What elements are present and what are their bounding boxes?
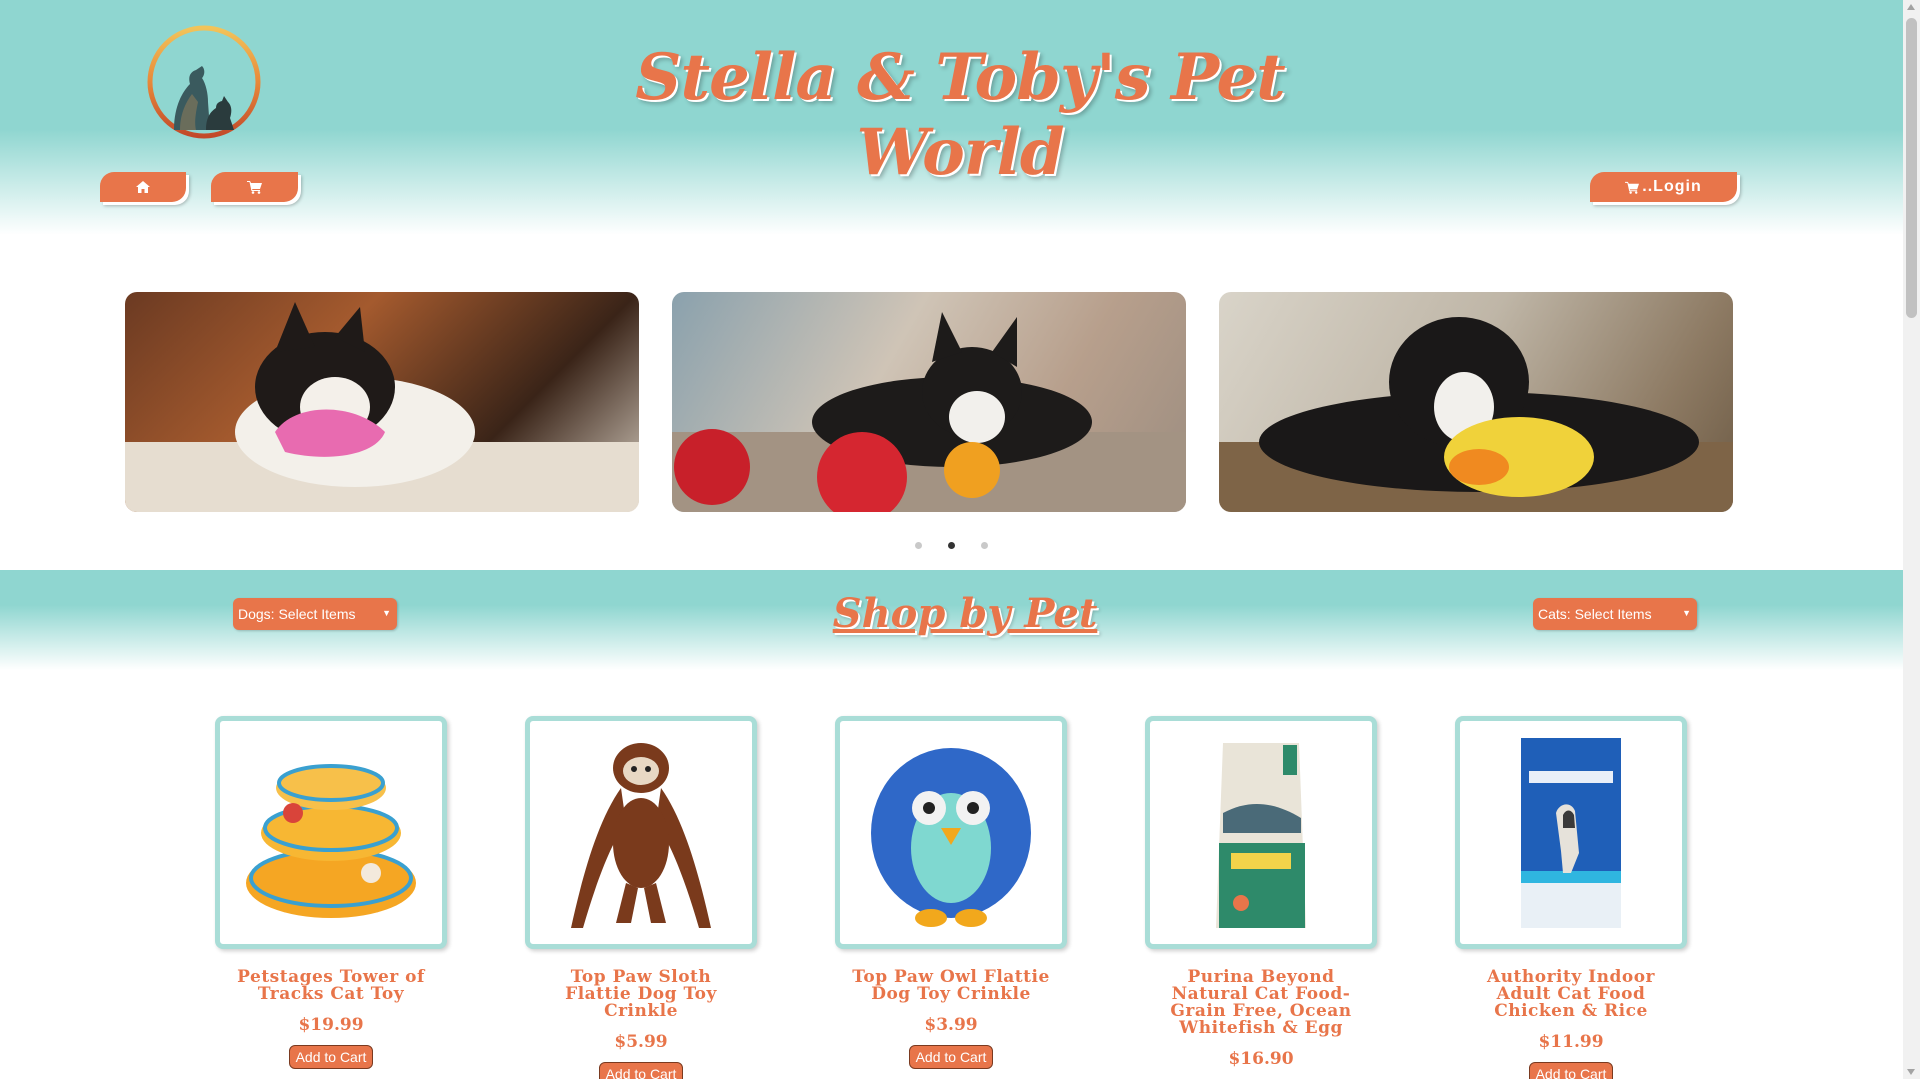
vertical-scrollbar[interactable] xyxy=(1903,0,1920,1079)
scrollbar-thumb[interactable] xyxy=(1906,18,1917,318)
product-price: $19.99 xyxy=(298,1015,364,1035)
carousel-dots xyxy=(0,542,1903,549)
shop-by-pet-band: Dogs: Select Items ▼ Shop by Pet Cats: S… xyxy=(0,570,1903,670)
product-name[interactable]: Purina Beyond Natural Cat Food- Grain Fr… xyxy=(1141,969,1381,1037)
product-name[interactable]: Top Paw Sloth Flattie Dog Toy Crinkle xyxy=(521,969,761,1020)
add-to-cart-button[interactable]: Add to Cart xyxy=(908,1045,994,1069)
product-image-tower-toy[interactable] xyxy=(215,716,447,949)
chevron-down-icon: ▼ xyxy=(1682,608,1691,618)
product-card: Top Paw Sloth Flattie Dog Toy Crinkle $5… xyxy=(521,716,761,1079)
dog-and-cat-logo-icon[interactable] xyxy=(144,22,264,140)
product-image-sloth-toy[interactable] xyxy=(525,716,757,949)
site-header: Stella & Toby's Pet World ..Login xyxy=(0,0,1903,235)
product-name[interactable]: Petstages Tower of Tracks Cat Toy xyxy=(211,969,451,1003)
dogs-select[interactable]: Dogs: Select Items ▼ xyxy=(233,598,397,630)
product-price: $3.99 xyxy=(924,1015,978,1035)
product-image-beyond-cat-food[interactable] xyxy=(1145,716,1377,949)
dogs-select-label: Dogs: Select Items xyxy=(238,606,356,622)
add-to-cart-button[interactable]: Add to Cart xyxy=(1528,1062,1614,1079)
carousel-slide-dog-pink-toy[interactable] xyxy=(125,292,639,512)
add-to-cart-button[interactable]: Add to Cart xyxy=(288,1045,374,1069)
product-card: Authority Indoor Adult Cat Food Chicken … xyxy=(1451,716,1691,1079)
carousel-slide-dog-duck-toy[interactable] xyxy=(1219,292,1733,512)
login-label: ..Login xyxy=(1642,178,1702,195)
cats-select[interactable]: Cats: Select Items ▼ xyxy=(1533,598,1697,630)
product-image-authority-cat-food[interactable] xyxy=(1455,716,1687,949)
cats-select-label: Cats: Select Items xyxy=(1538,606,1652,622)
product-card: Top Paw Owl Flattie Dog Toy Crinkle $3.9… xyxy=(831,716,1071,1069)
product-image-owl-toy[interactable] xyxy=(835,716,1067,949)
home-button[interactable] xyxy=(100,172,186,202)
carousel-dot[interactable] xyxy=(915,542,922,549)
scroll-down-icon[interactable] xyxy=(1907,1069,1915,1075)
cart-login-icon xyxy=(1625,181,1640,194)
carousel-slide-dog-balls[interactable] xyxy=(672,292,1186,512)
product-name[interactable]: Top Paw Owl Flattie Dog Toy Crinkle xyxy=(831,969,1071,1003)
hero-carousel xyxy=(0,292,1903,552)
shop-by-pet-title[interactable]: Shop by Pet xyxy=(800,590,1130,637)
product-price: $16.90 xyxy=(1228,1049,1294,1069)
add-to-cart-button[interactable]: Add to Cart xyxy=(598,1062,684,1079)
chevron-down-icon: ▼ xyxy=(382,608,391,618)
home-icon xyxy=(135,180,151,194)
login-button[interactable]: ..Login xyxy=(1590,172,1737,202)
cart-icon xyxy=(246,180,263,194)
cart-button[interactable] xyxy=(211,172,298,202)
scroll-up-icon[interactable] xyxy=(1907,4,1915,10)
site-title: Stella & Toby's Pet World xyxy=(635,40,1285,190)
product-card: Purina Beyond Natural Cat Food- Grain Fr… xyxy=(1141,716,1381,1069)
carousel-dot[interactable] xyxy=(981,542,988,549)
product-name[interactable]: Authority Indoor Adult Cat Food Chicken … xyxy=(1451,969,1691,1020)
carousel-dot-active[interactable] xyxy=(948,542,955,549)
product-price: $11.99 xyxy=(1538,1032,1604,1052)
product-card: Petstages Tower of Tracks Cat Toy $19.99… xyxy=(211,716,451,1069)
product-price: $5.99 xyxy=(614,1032,668,1052)
